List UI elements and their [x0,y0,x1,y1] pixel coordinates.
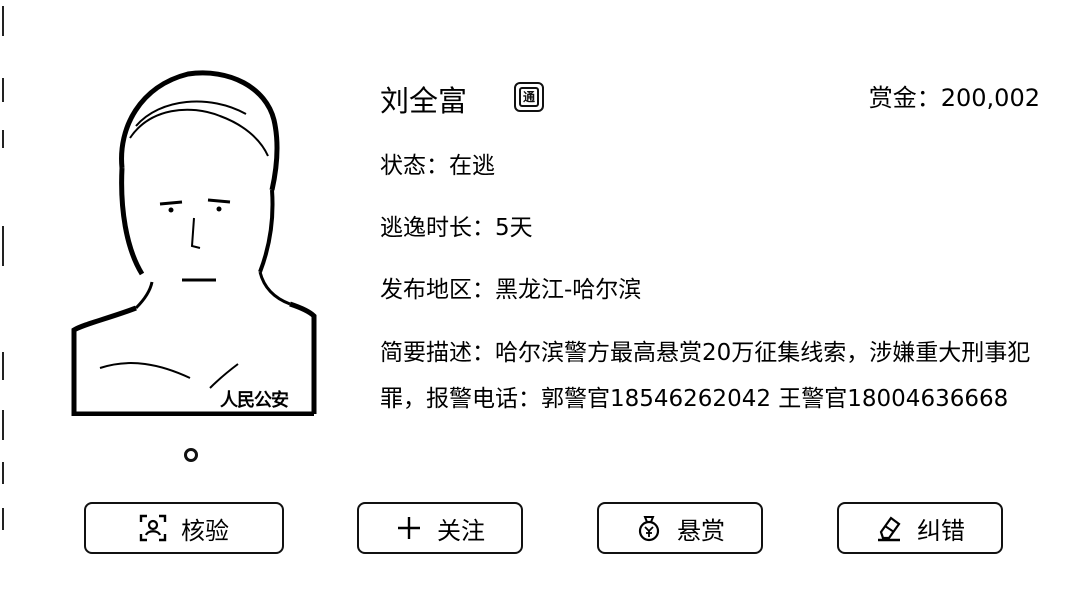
eraser-icon [878,516,901,542]
description-text: 简要描述：哈尔滨警方最高悬赏20万征集线索，涉嫌重大刑事犯罪，报警电话：郭警官1… [380,340,1031,412]
police-badge-icon: 通 [514,82,544,112]
photo-watermark: 人民公安 [220,390,289,411]
verify-button[interactable]: 核验 [84,502,284,554]
status-row: 状态：在逃 [380,153,495,179]
left-edge-marks [0,0,14,602]
verify-label: 核验 [181,516,229,545]
follow-label: 关注 [437,516,485,545]
carousel-indicator-dot[interactable] [184,448,198,462]
region-row: 发布地区：黑龙江-哈尔滨 [380,277,642,303]
money-bag-icon [638,516,660,542]
suspect-name: 刘全富 [380,84,468,118]
badge-text: 通 [519,87,539,107]
bounty-amount: 赏金：200,002 [868,84,1040,112]
reward-button[interactable]: 悬赏 [597,502,763,554]
duration-row: 逃逸时长：5天 [380,215,533,241]
report-error-button[interactable]: 纠错 [837,502,1003,554]
suspect-photo [70,68,318,416]
reward-label: 悬赏 [677,516,725,545]
face-verify-icon [139,514,167,542]
report-error-label: 纠错 [917,516,965,545]
plus-icon [398,517,420,539]
follow-button[interactable]: 关注 [357,502,523,554]
